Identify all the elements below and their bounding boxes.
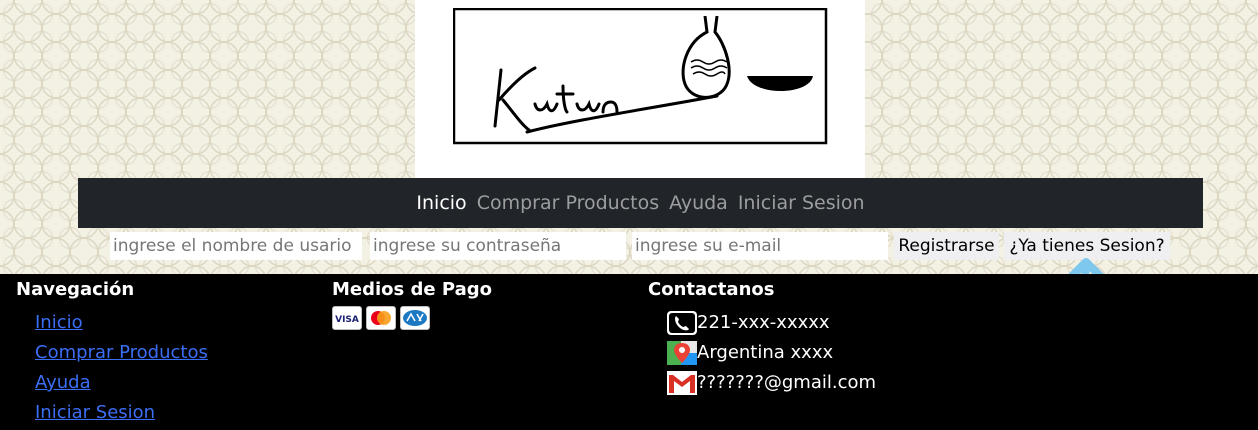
mastercard-icon xyxy=(366,306,396,330)
logo-panel xyxy=(415,0,865,178)
contact-email-text: ???????@gmail.com xyxy=(697,372,877,393)
visa-icon: VISA xyxy=(332,306,362,330)
footer-contact-title: Contactanos xyxy=(648,279,775,300)
gmail-icon xyxy=(667,370,697,396)
footer-link-iniciar-sesion[interactable]: Iniciar Sesion xyxy=(35,402,155,423)
svg-text:VISA: VISA xyxy=(335,315,359,325)
kutun-logo xyxy=(453,8,828,145)
contact-phone-text: 221-xxx-xxxxx xyxy=(697,312,830,333)
footer-link-ayuda[interactable]: Ayuda xyxy=(35,372,91,393)
contact-location: Argentina xxxx xyxy=(667,338,876,368)
nav-comprar-productos[interactable]: Comprar Productos xyxy=(477,192,659,214)
map-pin-icon xyxy=(667,340,697,366)
footer-contact: Contactanos 221-xxx-xxxxx Argentina xxxx… xyxy=(648,278,876,398)
footer-navigation: Navegación Inicio Comprar Productos Ayud… xyxy=(16,278,208,428)
contact-phone: 221-xxx-xxxxx xyxy=(667,308,876,338)
footer-link-comprar-productos[interactable]: Comprar Productos xyxy=(35,342,208,363)
contact-location-text: Argentina xxxx xyxy=(697,342,834,363)
phone-icon xyxy=(667,310,697,336)
site-footer: Navegación Inicio Comprar Productos Ayud… xyxy=(0,274,1258,430)
nav-inicio[interactable]: Inicio xyxy=(416,192,466,214)
nav-iniciar-sesion[interactable]: Iniciar Sesion xyxy=(738,192,865,214)
nav-ayuda[interactable]: Ayuda xyxy=(669,192,728,214)
footer-link-inicio[interactable]: Inicio xyxy=(35,312,83,333)
contact-email: ???????@gmail.com xyxy=(667,368,876,398)
footer-nav-title: Navegación xyxy=(16,279,135,300)
main-navbar: Inicio Comprar Productos Ayuda Iniciar S… xyxy=(78,178,1203,228)
cabal-icon xyxy=(400,306,430,330)
email-input[interactable] xyxy=(632,232,888,260)
password-input[interactable] xyxy=(370,232,626,260)
register-button[interactable]: Registrarse xyxy=(894,232,999,260)
username-input[interactable] xyxy=(110,232,362,260)
footer-payments: Medios de Pago VISA xyxy=(332,278,492,330)
footer-payments-title: Medios de Pago xyxy=(332,279,492,300)
